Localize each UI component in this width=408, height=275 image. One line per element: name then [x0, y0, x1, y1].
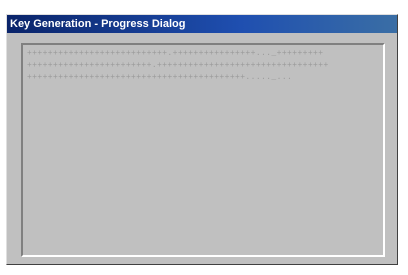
progress-dialog-window: Key Generation - Progress Dialog +++++++…	[6, 14, 398, 265]
window-title: Key Generation - Progress Dialog	[10, 18, 186, 30]
title-bar[interactable]: Key Generation - Progress Dialog	[7, 15, 397, 33]
progress-line-2: ++++++++++++++++++++++++.+++++++++++++++…	[27, 61, 329, 70]
progress-line-3: ++++++++++++++++++++++++++++++++++++++++…	[27, 73, 293, 82]
progress-output-area: +++++++++++++++++++++++++++.++++++++++++…	[21, 43, 385, 257]
progress-line-1: +++++++++++++++++++++++++++.++++++++++++…	[27, 49, 324, 58]
